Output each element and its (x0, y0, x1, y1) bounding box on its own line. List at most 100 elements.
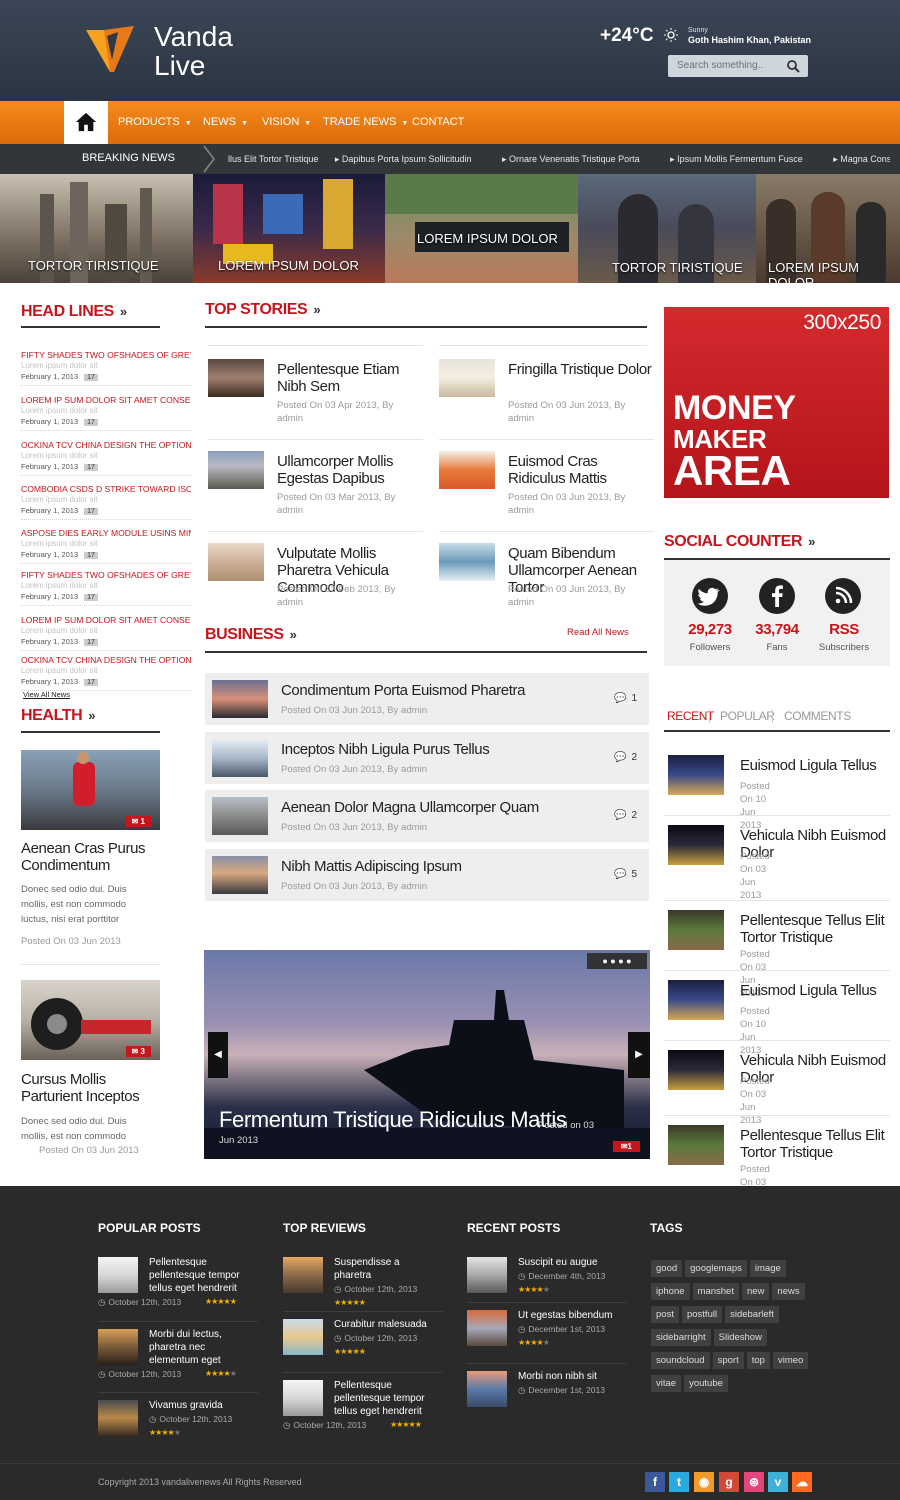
tag-link[interactable]: good (651, 1260, 683, 1277)
footer-post-title[interactable]: Morbi dui lectus, pharetra nec elementum… (149, 1328, 254, 1367)
story-thumbnail[interactable] (208, 543, 264, 581)
story-title[interactable]: Fringilla Tristique Dolor (508, 361, 653, 378)
story-thumbnail[interactable] (439, 543, 495, 581)
ticker-item[interactable]: llus Elit Tortor Tristique (228, 154, 318, 164)
comment-badge[interactable]: ✉ 1 (125, 816, 151, 827)
nav-trade-news[interactable]: TRADE NEWS ▼ (323, 101, 408, 144)
dribbble-icon[interactable]: ⊛ (744, 1472, 764, 1492)
recent-thumbnail[interactable] (668, 755, 724, 795)
tag-link[interactable]: soundcloud (651, 1352, 710, 1369)
tag-link[interactable]: vitae (651, 1375, 682, 1392)
headline-title[interactable]: FIFTY SHADES TWO OFSHADES OF GREY" (21, 350, 191, 360)
ticker-item[interactable]: ▸ Ornare Venenatis Tristique Porta (502, 154, 654, 164)
tag-link[interactable]: new (741, 1283, 770, 1300)
search-icon[interactable] (786, 59, 800, 73)
comment-count[interactable]: 💬 1 (614, 693, 637, 704)
business-item[interactable]: Nibh Mattis Adipiscing Ipsum Posted On 03… (205, 848, 649, 901)
business-title[interactable]: Nibh Mattis Adipiscing Ipsum (281, 858, 462, 875)
business-thumbnail[interactable] (212, 738, 268, 777)
soundcloud-icon[interactable]: ☁ (792, 1472, 812, 1492)
story-title[interactable]: Pellentesque Etiam Nibh Sem (277, 361, 422, 395)
recent-title[interactable]: Euismod Ligula Tellus (740, 757, 890, 774)
story-thumbnail[interactable] (439, 359, 495, 397)
headline-title[interactable]: LOREM IP SUM DOLOR SIT AMET CONSEC (21, 615, 191, 625)
tag-link[interactable]: post (651, 1306, 679, 1323)
footer-thumbnail[interactable] (98, 1400, 138, 1436)
tag-link[interactable]: sidebarright (651, 1329, 711, 1346)
footer-thumbnail[interactable] (98, 1329, 138, 1365)
headline-item[interactable]: COMBODIA CSDS D STRIKE TOWARD ISO Lorem i… (21, 484, 196, 520)
rss-icon[interactable] (825, 578, 861, 614)
comment-count[interactable]: 💬 2 (614, 810, 637, 821)
footer-thumbnail[interactable] (467, 1371, 507, 1407)
business-thumbnail[interactable] (212, 680, 268, 718)
footer-thumbnail[interactable] (98, 1257, 138, 1293)
story-title[interactable]: Euismod Cras Ridiculus Mattis (508, 453, 653, 487)
business-item[interactable]: Inceptos Nibh Ligula Purus Tellus Posted … (205, 731, 649, 784)
footer-post-title[interactable]: Pellentesque pellentesque tempor tellus … (149, 1256, 254, 1295)
strip-photo-times-square[interactable]: LOREM IPSUM DOLOR (193, 174, 385, 283)
featured-slider[interactable]: ● ● ● ● ◀ ▶ Fermentum Tristique Ridiculu… (204, 950, 650, 1159)
footer-post-title[interactable]: Suscipit eu augue (518, 1256, 623, 1269)
ticker-item[interactable]: ▸ Ipsum Mollis Fermentum Fusce (670, 154, 817, 164)
slider-prev-button[interactable]: ◀ (208, 1032, 228, 1078)
view-all-news-link[interactable]: View All News (23, 690, 70, 699)
breaking-news-ticker[interactable]: llus Elit Tortor Tristique ▸ Dapibus Por… (228, 154, 890, 165)
slider-pager[interactable]: ● ● ● ● (587, 953, 647, 969)
tab-popular[interactable]: POPULAR (720, 709, 775, 723)
headline-title[interactable]: ASPOSE DIES EARLY MODULE USINS MIN (21, 528, 191, 538)
strip-photo-road[interactable]: LOREM IPSUM DOLOR (385, 174, 578, 283)
comment-count[interactable]: 💬 2 (614, 752, 637, 763)
headline-item[interactable]: OCKINA TCV CHINA DESIGN THE OPTION Lorem … (21, 440, 196, 476)
footer-thumbnail[interactable] (283, 1380, 323, 1416)
strip-photo-city[interactable]: TORTOR TIRISTIQUE (0, 174, 193, 283)
footer-post-title[interactable]: Curabitur malesuada (334, 1318, 439, 1331)
comment-badge[interactable]: ✉1 (612, 1141, 640, 1152)
business-thumbnail[interactable] (212, 797, 268, 835)
recent-thumbnail[interactable] (668, 825, 724, 865)
nav-news[interactable]: NEWS ▼ (203, 101, 248, 144)
headline-item[interactable]: LOREM IP SUM DOLOR SIT AMET CONSEC Lorem … (21, 615, 196, 651)
recent-thumbnail[interactable] (668, 1050, 724, 1090)
google-plus-icon[interactable]: g (719, 1472, 739, 1492)
ticker-item[interactable]: ▸ Dapibus Porta Ipsum Sollicitudin (335, 154, 486, 164)
tag-link[interactable]: vimeo (772, 1352, 809, 1369)
health-article-title[interactable]: Cursus Mollis Parturient Inceptos (21, 1071, 161, 1105)
footer-thumbnail[interactable] (283, 1257, 323, 1293)
tag-link[interactable]: manshet (692, 1283, 739, 1300)
strip-photo-crowd[interactable]: LOREM IPSUM DOLOR (756, 174, 900, 283)
story-thumbnail[interactable] (208, 359, 264, 397)
headline-item[interactable]: LOREM IP SUM DOLOR SIT AMET CONSEC Lorem … (21, 395, 196, 431)
story-thumbnail[interactable] (439, 451, 495, 489)
ticker-item[interactable]: ▸ Magna Consectetur (833, 154, 890, 164)
search-input[interactable]: Search something.. (668, 55, 808, 77)
business-item[interactable]: Aenean Dolor Magna Ullamcorper Quam Poste… (205, 790, 649, 842)
recent-title[interactable]: Pellentesque Tellus Elit Tortor Tristiqu… (740, 912, 890, 946)
twitter-icon[interactable] (692, 578, 728, 614)
headline-title[interactable]: FIFTY SHADES TWO OFSHADES OF GREY" (21, 570, 191, 580)
recent-title[interactable]: Euismod Ligula Tellus (740, 982, 890, 999)
footer-post-title[interactable]: Pellentesque pellentesque tempor tellus … (334, 1379, 439, 1418)
footer-thumbnail[interactable] (283, 1319, 323, 1355)
story-thumbnail[interactable] (208, 451, 264, 489)
recent-title[interactable]: Pellentesque Tellus Elit Tortor Tristiqu… (740, 1127, 890, 1161)
tag-link[interactable]: Slideshow (713, 1329, 767, 1346)
footer-thumbnail[interactable] (467, 1310, 507, 1346)
read-all-news-link[interactable]: Read All News (567, 627, 629, 638)
footer-post-title[interactable]: Morbi non nibh sit (518, 1370, 623, 1383)
nav-contact[interactable]: CONTACT (412, 101, 464, 144)
headline-title[interactable]: COMBODIA CSDS D STRIKE TOWARD ISO (21, 484, 191, 494)
story-title[interactable]: Ullamcorper Mollis Egestas Dapibus (277, 453, 422, 487)
tag-link[interactable]: news (772, 1283, 805, 1300)
strip-photo-people[interactable]: TORTOR TIRISTIQUE (578, 174, 756, 283)
tag-link[interactable]: postfull (681, 1306, 723, 1323)
business-item[interactable]: Condimentum Porta Euismod Pharetra Posted… (205, 673, 649, 725)
headline-title[interactable]: LOREM IP SUM DOLOR SIT AMET CONSEC (21, 395, 191, 405)
footer-post-title[interactable]: Vivamus gravida (149, 1399, 254, 1412)
facebook-icon[interactable]: f (645, 1472, 665, 1492)
tag-link[interactable]: sport (712, 1352, 744, 1369)
health-image-racecar[interactable]: ✉ 3 (21, 980, 160, 1060)
health-image-runner[interactable]: ✉ 1 (21, 750, 160, 830)
brand-name[interactable]: Vanda Live (154, 22, 244, 80)
comment-count[interactable]: 💬 5 (614, 869, 637, 880)
